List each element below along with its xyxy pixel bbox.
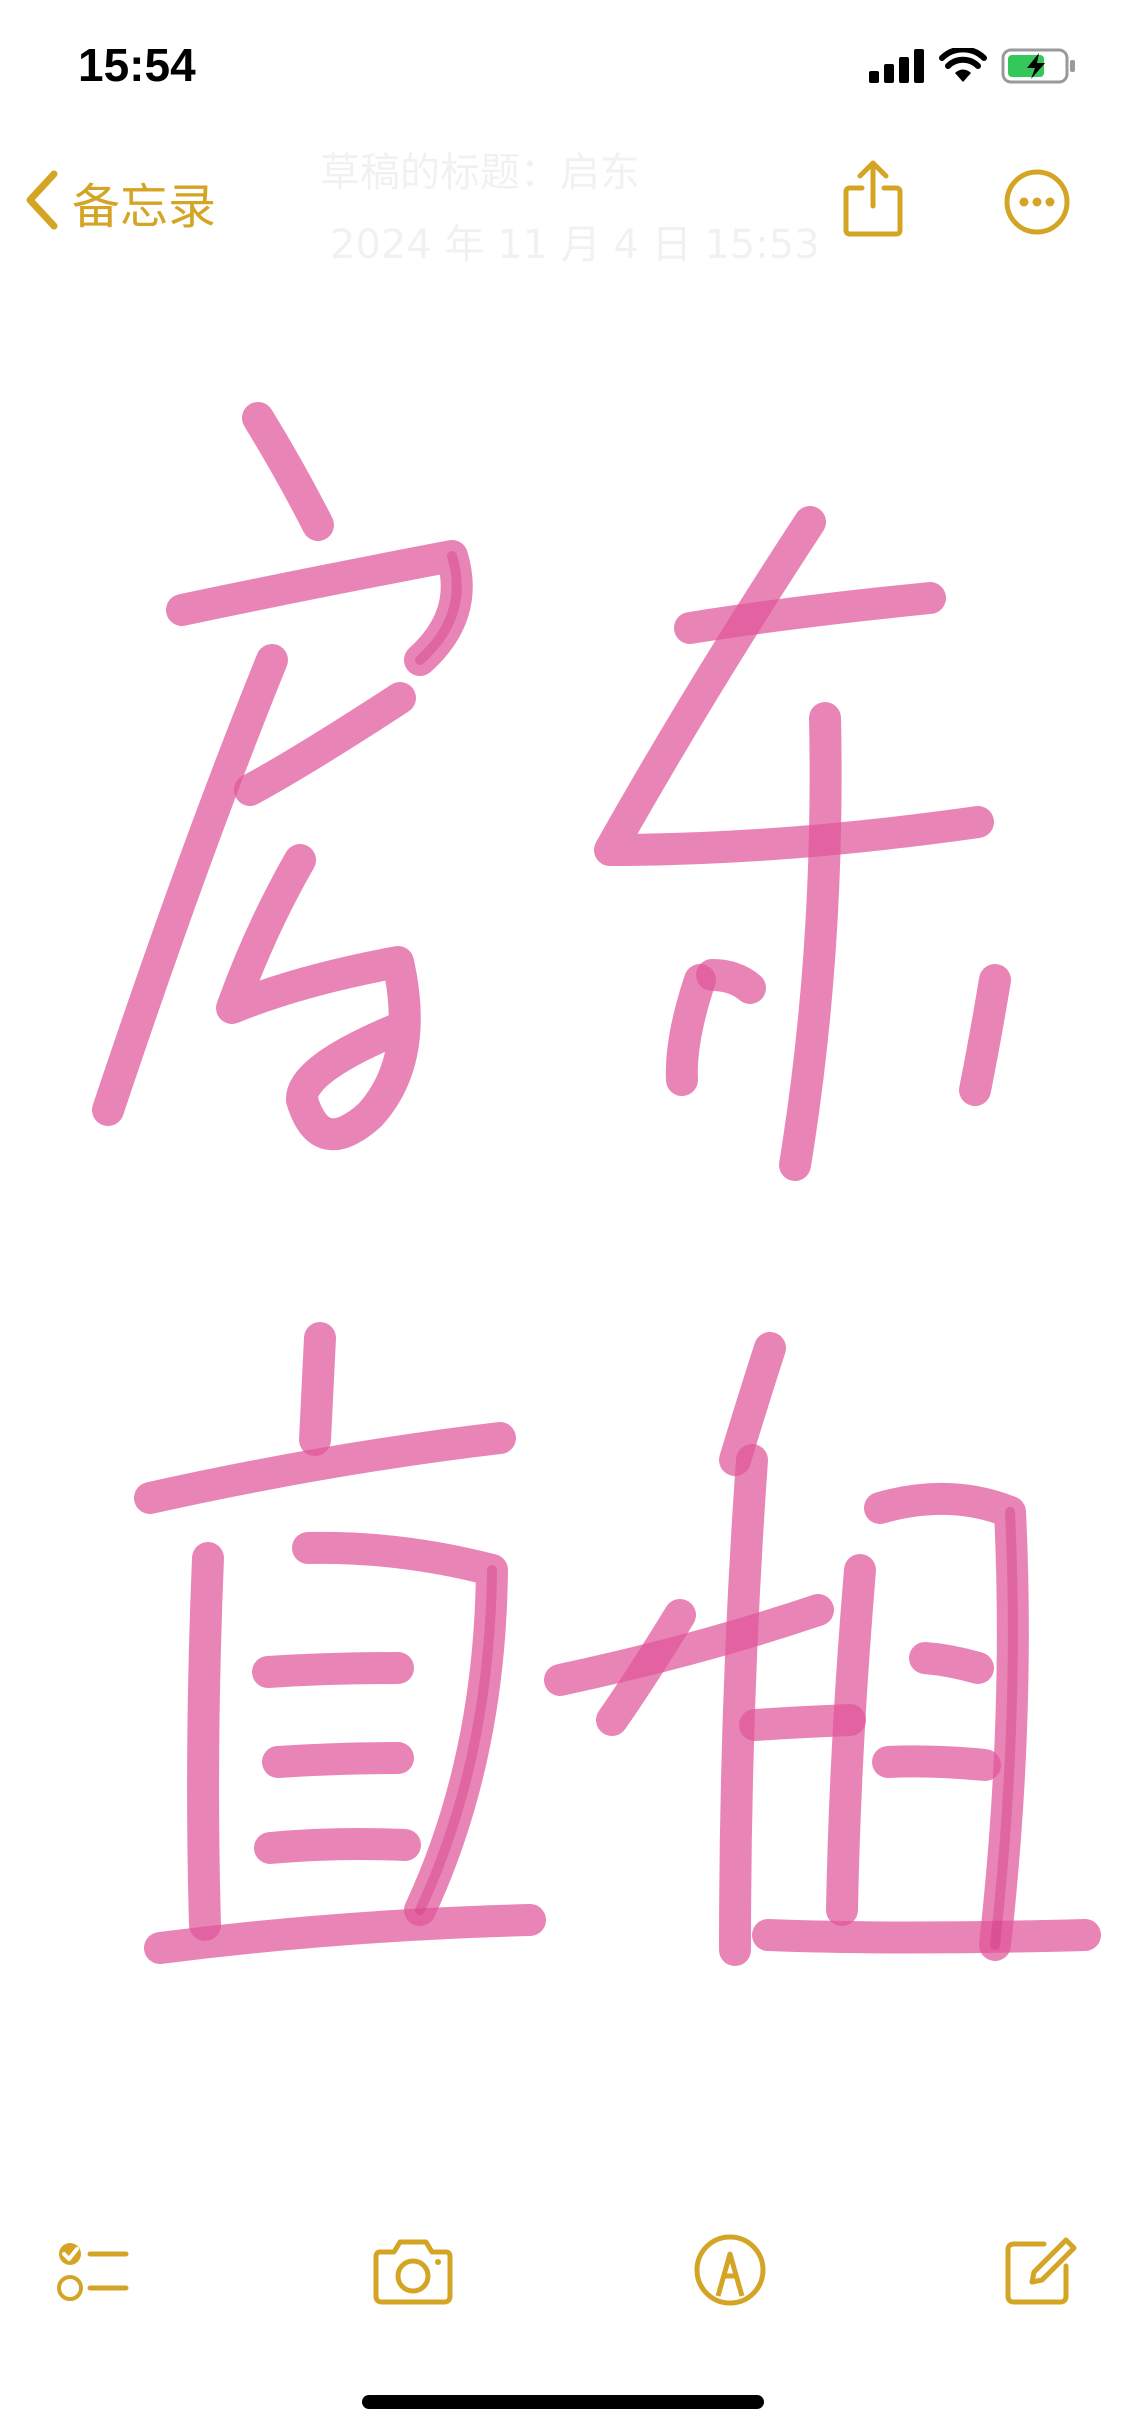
bottom-toolbar	[0, 2220, 1125, 2320]
more-button[interactable]	[1003, 168, 1071, 236]
compose-icon	[1005, 2237, 1077, 2305]
back-label: 备忘录	[72, 179, 217, 235]
home-indicator[interactable]	[362, 2395, 764, 2409]
handwriting-strokes	[92, 402, 1101, 1966]
note-title-accent: 编辑	[653, 150, 733, 196]
more-ellipsis-icon	[1004, 169, 1070, 235]
notes-screen: 15:54 备忘录 草稿的标题：启东 2024 年 11 月 4 日 15:53	[0, 0, 1125, 2436]
note-title-text: 草稿的标题：启东	[320, 150, 640, 196]
cellular-signal-icon	[869, 49, 925, 87]
note-date-faint: 2024 年 11 月 4 日 15:53	[330, 222, 820, 268]
handwriting-drawing[interactable]	[0, 300, 1125, 2180]
chevron-left-icon	[22, 168, 62, 236]
status-time: 15:54	[78, 39, 196, 91]
checklist-button[interactable]	[52, 2230, 132, 2310]
camera-button[interactable]	[372, 2230, 454, 2310]
nav-bar: 备忘录 草稿的标题：启东 编辑 2024 年 11 月 4 日 15:53	[0, 140, 1125, 270]
battery-charging-icon	[1001, 48, 1077, 88]
checklist-icon	[57, 2243, 129, 2301]
markup-button[interactable]	[690, 2230, 770, 2310]
share-icon	[843, 160, 903, 237]
back-button[interactable]: 备忘录	[22, 162, 216, 242]
status-icons	[869, 46, 1077, 88]
status-bar: 15:54	[0, 0, 1125, 140]
camera-icon	[373, 2239, 453, 2305]
compose-button[interactable]	[1000, 2230, 1080, 2310]
share-button[interactable]	[842, 158, 904, 238]
markup-pen-icon	[694, 2234, 766, 2306]
wifi-icon	[939, 46, 987, 88]
note-title-faint: 草稿的标题：启东 编辑	[320, 140, 840, 198]
